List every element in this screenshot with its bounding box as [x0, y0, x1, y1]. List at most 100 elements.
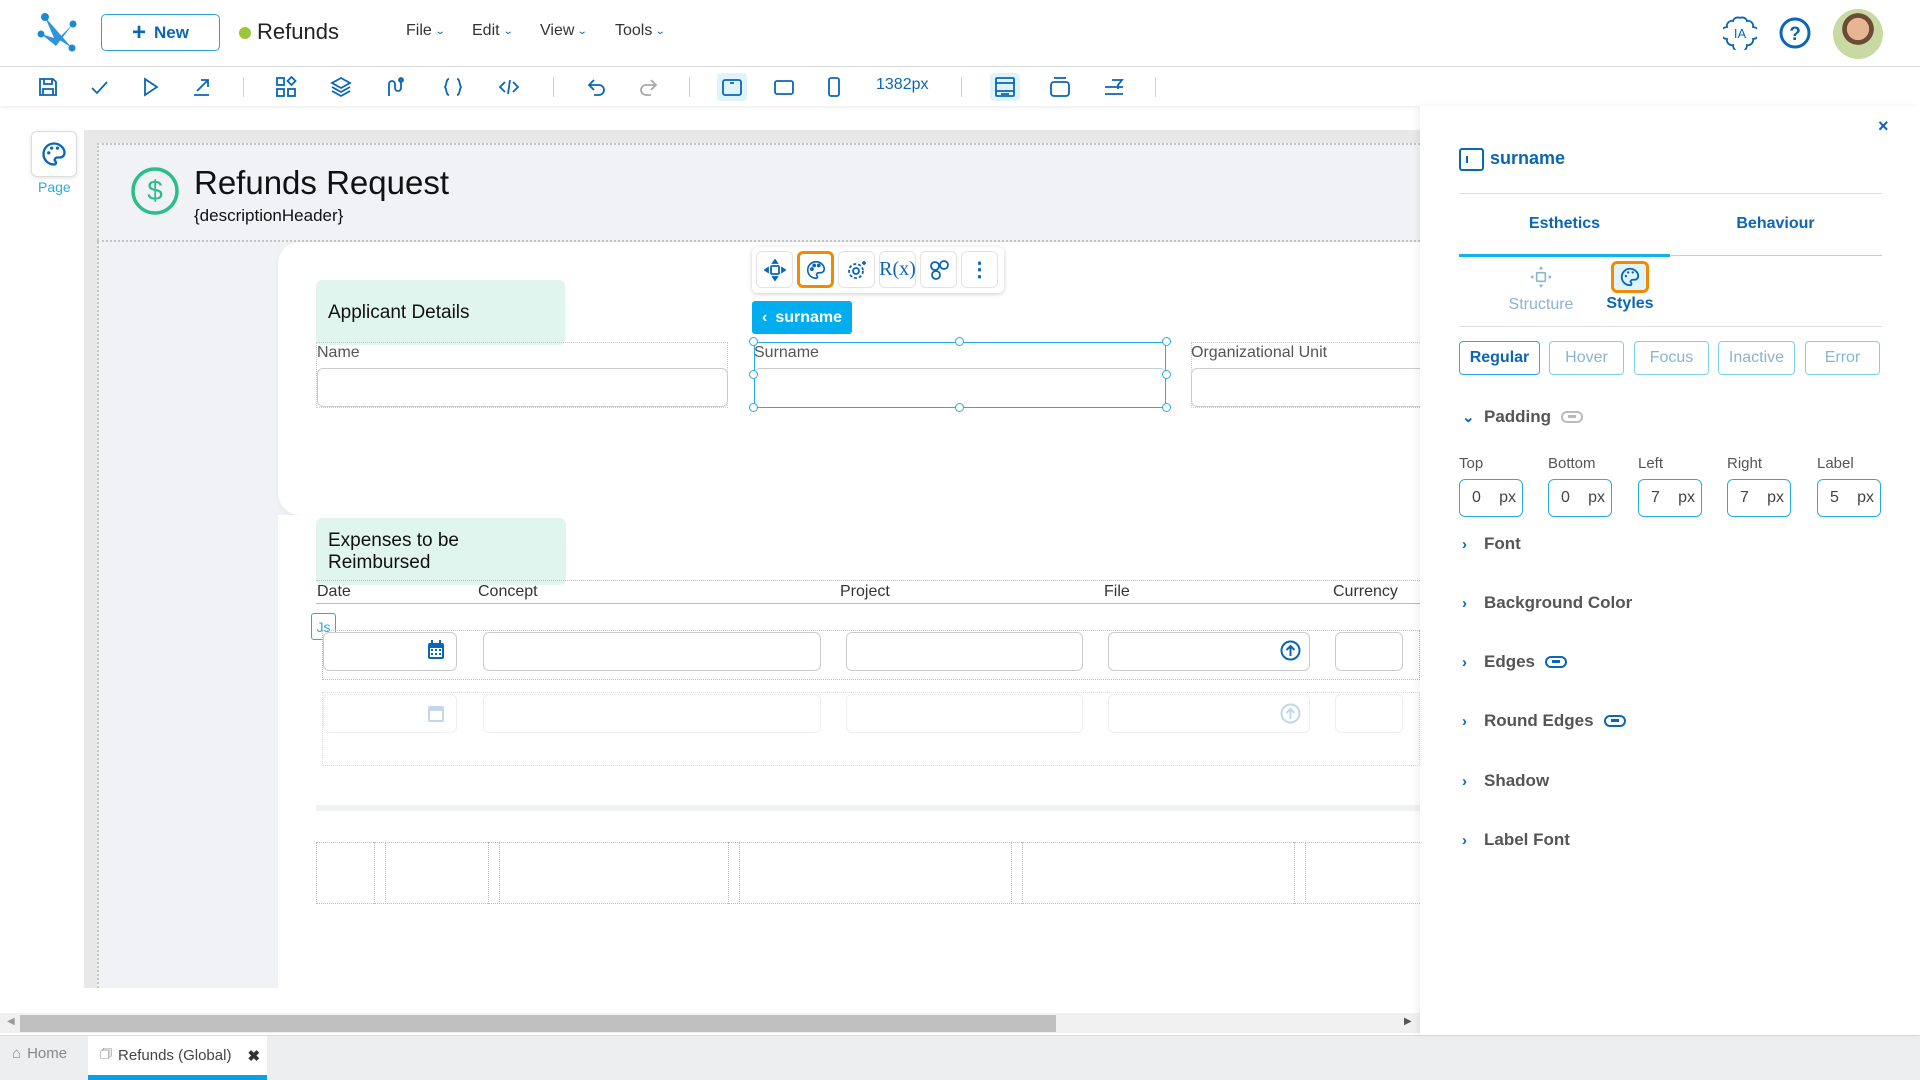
resize-handle[interactable]: [749, 403, 758, 412]
project-input[interactable]: [846, 632, 1083, 671]
column-gap: [1011, 842, 1023, 904]
section-font-label: Font: [1484, 534, 1521, 553]
menu-edit[interactable]: Edit ⌄: [472, 22, 513, 40]
container-icon[interactable]: [1047, 74, 1073, 100]
code-icon[interactable]: [496, 74, 522, 100]
undo-icon[interactable]: [584, 74, 610, 100]
padding-bottom-input[interactable]: 0 px: [1548, 479, 1612, 517]
calendar-icon[interactable]: [427, 640, 445, 660]
layout-template-icon[interactable]: [990, 73, 1020, 101]
app-title: Refunds: [257, 19, 339, 44]
menu-tools[interactable]: Tools ⌄: [615, 22, 666, 40]
section-round-edges[interactable]: › Round Edges: [1462, 711, 1626, 731]
move-icon[interactable]: [756, 251, 793, 288]
padding-right-label: Right: [1727, 455, 1763, 472]
flow-icon[interactable]: [383, 74, 409, 100]
currency-input[interactable]: [1335, 632, 1403, 671]
palette-icon: [42, 142, 66, 166]
resize-handle[interactable]: [1162, 403, 1171, 412]
resize-handle[interactable]: [955, 337, 964, 346]
new-button[interactable]: + New: [101, 14, 220, 51]
scrollbar-thumb[interactable]: [20, 1015, 1056, 1032]
padding-top-input[interactable]: 0 px: [1459, 479, 1523, 517]
concept-input[interactable]: [483, 632, 821, 671]
state-focus-button[interactable]: Focus: [1634, 341, 1709, 375]
section-background-color[interactable]: › Background Color: [1462, 593, 1632, 613]
tab-behaviour[interactable]: Behaviour: [1670, 215, 1881, 233]
section-edges[interactable]: › Edges: [1462, 652, 1568, 672]
layers-icon[interactable]: [328, 74, 354, 100]
subtab-styles[interactable]: Styles: [1580, 261, 1680, 313]
connections-icon[interactable]: [920, 251, 957, 288]
state-hover-button[interactable]: Hover: [1549, 341, 1624, 375]
structure-icon: [1530, 266, 1552, 288]
section-font[interactable]: › Font: [1462, 534, 1521, 554]
org-unit-label: Organizational Unit: [1191, 344, 1328, 361]
upload-icon: [1280, 703, 1301, 724]
run-play-icon[interactable]: [137, 74, 163, 100]
upload-icon[interactable]: [1280, 640, 1301, 661]
help-icon[interactable]: ?: [1778, 16, 1812, 50]
chevron-down-icon: ⌄: [577, 25, 589, 37]
state-regular-button[interactable]: Regular: [1459, 341, 1540, 375]
section-padding[interactable]: ⌄ Padding: [1462, 407, 1584, 427]
padding-right-input[interactable]: 7 px: [1727, 479, 1791, 517]
scroll-right-arrow-icon[interactable]: ▶: [1404, 1016, 1412, 1027]
more-vertical-icon[interactable]: ⋮: [961, 251, 998, 288]
braces-icon[interactable]: [440, 74, 466, 100]
selected-element-chip[interactable]: ‹ surname: [752, 301, 853, 334]
page-styles-button[interactable]: [31, 131, 77, 177]
redo-icon[interactable]: [635, 74, 661, 100]
state-error-button[interactable]: Error: [1805, 341, 1880, 375]
settings-gear-icon[interactable]: [838, 251, 875, 288]
org-unit-input[interactable]: [1191, 368, 1420, 407]
menu-view-label: View: [540, 22, 575, 39]
scroll-left-arrow-icon[interactable]: ◀: [7, 1016, 15, 1027]
selection-box[interactable]: [754, 342, 1166, 408]
menu-view[interactable]: View ⌄: [540, 22, 589, 40]
section-label-font[interactable]: › Label Font: [1462, 830, 1570, 850]
user-avatar[interactable]: [1833, 9, 1883, 59]
close-tab-icon[interactable]: ✖: [247, 1047, 260, 1065]
rules-function-icon[interactable]: R(x): [879, 251, 916, 288]
desktop-view-icon[interactable]: [717, 73, 747, 101]
tab-home[interactable]: ⌂ Home: [12, 1045, 67, 1062]
chevron-left-icon: ‹: [762, 308, 768, 326]
mobile-view-icon[interactable]: [821, 74, 847, 100]
name-input[interactable]: [317, 368, 728, 407]
publish-export-icon[interactable]: [188, 74, 214, 100]
menu-file[interactable]: File ⌄: [406, 22, 445, 40]
tab-refunds-global[interactable]: 🗇 Refunds (Global) ✖: [88, 1036, 267, 1080]
filter-bar-icon[interactable]: [1101, 74, 1127, 100]
validate-check-icon[interactable]: [86, 74, 112, 100]
chevron-right-icon: ›: [1462, 712, 1467, 730]
subtab-structure[interactable]: Structure: [1491, 265, 1591, 314]
column-gap: [488, 842, 500, 904]
unit: px: [1678, 489, 1695, 506]
tab-home-label: Home: [27, 1045, 68, 1062]
resize-handle[interactable]: [749, 337, 758, 346]
resize-handle[interactable]: [1162, 370, 1171, 379]
app-logo-icon[interactable]: [36, 12, 78, 54]
link-icon[interactable]: [1545, 656, 1568, 668]
tab-esthetics[interactable]: Esthetics: [1459, 215, 1670, 233]
section-shadow[interactable]: › Shadow: [1462, 771, 1549, 791]
resize-handle[interactable]: [955, 403, 964, 412]
padding-left-input[interactable]: 7 px: [1638, 479, 1702, 517]
components-icon[interactable]: [273, 74, 299, 100]
chevron-right-icon: ›: [1462, 653, 1467, 671]
padding-label-input[interactable]: 5 px: [1817, 479, 1881, 517]
tablet-view-icon[interactable]: [771, 74, 797, 100]
styles-palette-icon[interactable]: [797, 251, 834, 288]
section-round-edges-label: Round Edges: [1484, 711, 1594, 730]
ai-assistant-icon[interactable]: IA: [1723, 16, 1757, 50]
save-icon[interactable]: [35, 74, 61, 100]
resize-handle[interactable]: [749, 370, 758, 379]
link-icon[interactable]: [1561, 411, 1584, 423]
page-title: Refunds Request: [194, 164, 449, 201]
state-inactive-button[interactable]: Inactive: [1718, 341, 1795, 375]
column-header-date: Date: [317, 583, 351, 600]
close-panel-icon[interactable]: ×: [1878, 116, 1889, 137]
link-icon[interactable]: [1603, 715, 1626, 727]
resize-handle[interactable]: [1162, 337, 1171, 346]
